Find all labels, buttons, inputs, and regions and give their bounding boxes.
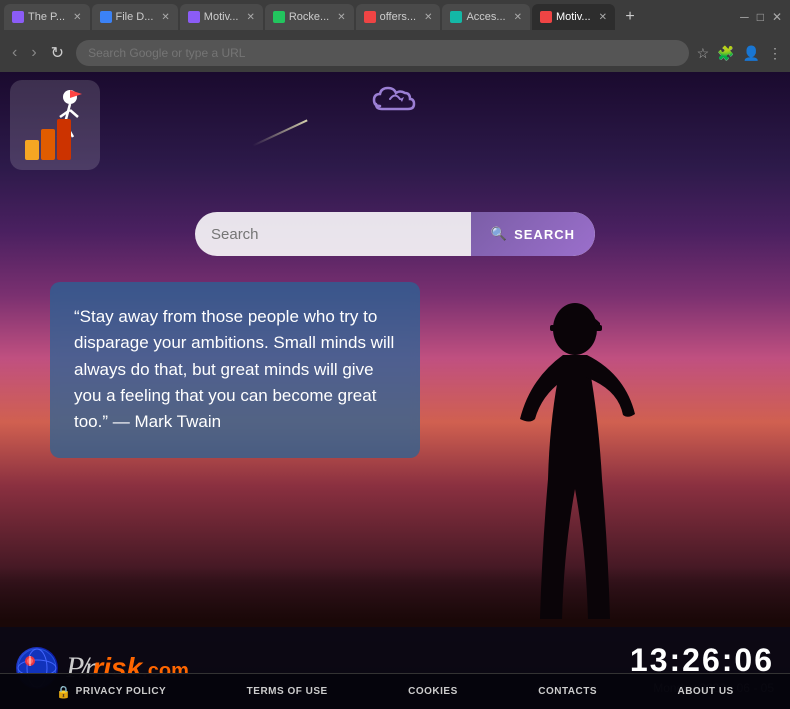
window-close-icon[interactable]: ✕ [772, 10, 782, 24]
window-minimize-icon[interactable]: ─ [740, 10, 749, 24]
contacts-label: CONTACTS [538, 686, 597, 697]
tab-favicon-1 [12, 11, 24, 23]
tab-6[interactable]: Acces... ✕ [442, 4, 530, 30]
tab-favicon-4 [273, 11, 285, 23]
tab-close-6[interactable]: ✕ [514, 12, 522, 23]
tab-favicon-6 [450, 11, 462, 23]
cloud-icon [370, 84, 420, 121]
terms-label: TERMS OF USE [247, 686, 328, 697]
reload-button[interactable]: ↻ [47, 41, 68, 65]
logo-icon [10, 80, 100, 170]
ground-layer [0, 567, 790, 627]
footer-nav: 🔒 PRIVACY POLICY TERMS OF USE COOKIES CO… [0, 673, 790, 709]
tab-label-5: offers... [380, 11, 416, 23]
privacy-icon: 🔒 [56, 685, 71, 699]
quote-text: “Stay away from those people who try to … [74, 304, 396, 436]
search-icon: 🔍 [491, 226, 508, 242]
address-input[interactable] [76, 40, 689, 66]
about-us-label: ABOUT US [677, 686, 733, 697]
footer-nav-item-cookies[interactable]: COOKIES [408, 686, 458, 697]
page-content: 🔍 SEARCH “Stay away from those people wh… [0, 72, 790, 709]
tab-label-1: The P... [28, 11, 65, 23]
footer-nav-item-terms[interactable]: TERMS OF USE [247, 686, 328, 697]
tab-3[interactable]: Motiv... ✕ [180, 4, 263, 30]
window-maximize-icon[interactable]: □ [757, 10, 764, 24]
new-tab-button[interactable]: + [617, 4, 643, 30]
tab-close-2[interactable]: ✕ [161, 12, 169, 23]
search-button-label: SEARCH [514, 227, 575, 242]
tab-7-active[interactable]: Motiv... ✕ [532, 4, 615, 30]
tab-close-1[interactable]: ✕ [73, 12, 81, 23]
tab-label-3: Motiv... [204, 11, 239, 23]
tab-2[interactable]: File D... ✕ [92, 4, 178, 30]
cookies-label: COOKIES [408, 686, 458, 697]
forward-button[interactable]: › [27, 42, 40, 64]
footer-nav-item-privacy[interactable]: 🔒 PRIVACY POLICY [56, 685, 166, 699]
tab-favicon-2 [100, 11, 112, 23]
tab-label-2: File D... [116, 11, 154, 23]
tab-label-4: Rocke... [289, 11, 329, 23]
tab-close-7[interactable]: ✕ [599, 12, 607, 23]
tab-label-6: Acces... [466, 11, 505, 23]
tab-close-4[interactable]: ✕ [337, 12, 345, 23]
search-area: 🔍 SEARCH [195, 212, 595, 256]
tab-favicon-5 [364, 11, 376, 23]
tab-bar: The P... ✕ File D... ✕ Motiv... ✕ Rocke.… [0, 0, 790, 34]
privacy-policy-label: PRIVACY POLICY [76, 686, 167, 697]
address-bar: ‹ › ↻ ☆ 🧩 👤 ⋮ [0, 34, 790, 72]
back-button[interactable]: ‹ [8, 42, 21, 64]
profile-icon[interactable]: 👤 [743, 45, 760, 62]
quote-card: “Stay away from those people who try to … [50, 282, 420, 458]
search-box: 🔍 SEARCH [195, 212, 595, 256]
tab-label-7: Motiv... [556, 11, 591, 23]
silhouette-figure [470, 279, 670, 629]
tab-1[interactable]: The P... ✕ [4, 4, 90, 30]
browser-chrome: The P... ✕ File D... ✕ Motiv... ✕ Rocke.… [0, 0, 790, 72]
tab-close-5[interactable]: ✕ [424, 12, 432, 23]
footer-nav-item-contacts[interactable]: CONTACTS [538, 686, 597, 697]
tab-favicon-3 [188, 11, 200, 23]
bookmark-icon[interactable]: ☆ [697, 45, 710, 62]
footer-nav-item-about[interactable]: ABOUT US [677, 686, 733, 697]
menu-icon[interactable]: ⋮ [768, 45, 782, 62]
search-input[interactable] [195, 226, 471, 243]
search-button[interactable]: 🔍 SEARCH [471, 212, 595, 256]
tab-favicon-7 [540, 11, 552, 23]
tab-5[interactable]: offers... ✕ [356, 4, 441, 30]
tab-4[interactable]: Rocke... ✕ [265, 4, 354, 30]
tab-close-3[interactable]: ✕ [246, 12, 254, 23]
extension-icon[interactable]: 🧩 [717, 45, 734, 62]
